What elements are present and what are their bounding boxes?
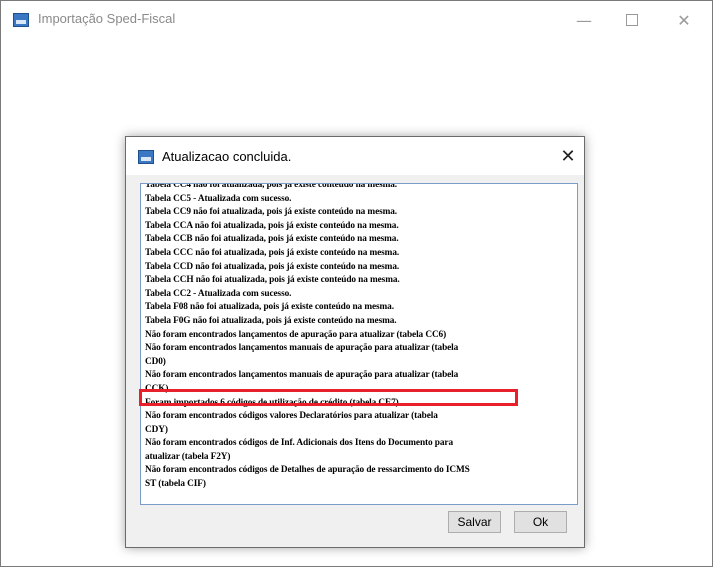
log-line: Tabela CCH não foi atualizada, pois já e…	[145, 275, 400, 286]
main-close-button[interactable]: ✕	[663, 7, 705, 33]
log-line: Tabela CC2 - Atualizada com sucesso.	[145, 288, 292, 299]
log-line: ST (tabela CIF)	[145, 479, 206, 490]
log-textarea[interactable]: Tabela CC4 não foi atualizada, pois já e…	[140, 183, 578, 505]
log-line: Tabela CC5 - Atualizada com sucesso.	[145, 193, 292, 204]
dialog-close-button[interactable]: ✕	[556, 145, 580, 167]
log-line: Não foram encontrados lançamentos manuai…	[145, 343, 459, 354]
ok-button[interactable]: Ok	[514, 511, 567, 533]
log-lines: Tabela CC4 não foi atualizada, pois já e…	[145, 183, 573, 492]
log-line: atualizar (tabela F2Y)	[145, 451, 231, 462]
maximize-button[interactable]	[611, 7, 653, 33]
log-line: CDY)	[145, 424, 168, 435]
log-line: Não foram encontrados lançamentos manuai…	[145, 370, 459, 381]
dialog-title: Atualizacao concluida.	[162, 149, 292, 164]
log-line: Não foram encontrados códigos de Inf. Ad…	[145, 438, 453, 449]
log-line: Tabela CCD não foi atualizada, pois já e…	[145, 261, 400, 272]
log-line: Tabela F0G não foi atualizada, pois já e…	[145, 315, 397, 326]
main-window-title: Importação Sped-Fiscal	[38, 11, 176, 26]
main-titlebar: Importação Sped-Fiscal — ✕	[1, 1, 712, 39]
maximize-icon	[626, 14, 638, 26]
log-line: CCK)	[145, 383, 169, 394]
log-line: Tabela CC4 não foi atualizada, pois já e…	[145, 183, 398, 190]
log-line: CD0)	[145, 356, 166, 367]
log-line: Não foram encontrados lançamentos de apu…	[145, 329, 447, 340]
log-line: Não foram encontrados códigos de Detalhe…	[145, 465, 470, 476]
minimize-button[interactable]: —	[563, 7, 605, 33]
save-button[interactable]: Salvar	[448, 511, 501, 533]
log-line: Não foram encontrados códigos valores De…	[145, 411, 438, 422]
dialog-titlebar: Atualizacao concluida. ✕	[126, 137, 584, 175]
update-complete-dialog: Atualizacao concluida. ✕ Tabela CC4 não …	[125, 136, 585, 548]
log-line: Tabela CC9 não foi atualizada, pois já e…	[145, 207, 398, 218]
log-line: Tabela F08 não foi atualizada, pois já e…	[145, 302, 394, 313]
log-line: Tabela CCA não foi atualizada, pois já e…	[145, 220, 399, 231]
dialog-window-icon	[138, 150, 154, 164]
log-line: Tabela CCC não foi atualizada, pois já e…	[145, 247, 400, 258]
log-line: Foram importados 6 códigos de utilização…	[145, 397, 399, 408]
app-window-icon	[13, 13, 29, 27]
log-line: Tabela CCB não foi atualizada, pois já e…	[145, 234, 399, 245]
